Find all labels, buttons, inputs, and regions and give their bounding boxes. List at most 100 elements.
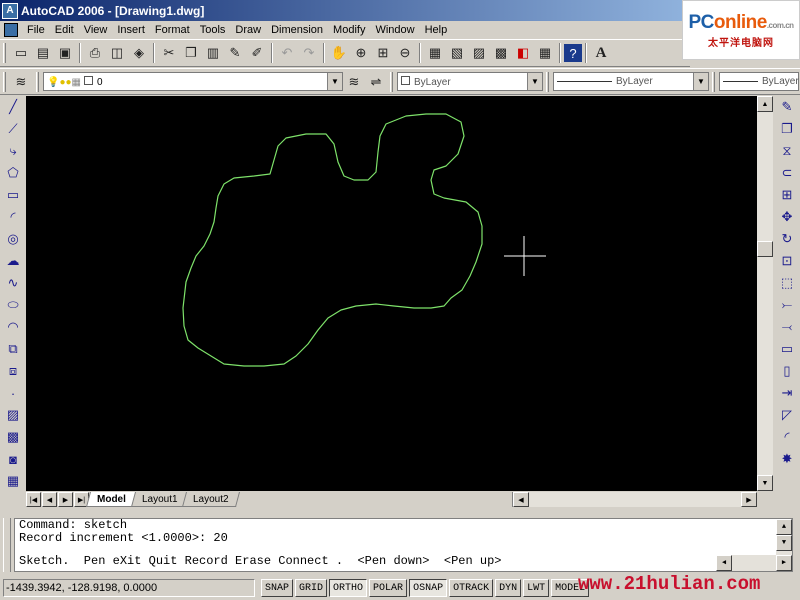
ortho-toggle[interactable]: ORTHO	[329, 579, 368, 597]
make-block-icon[interactable]: ⧈	[2, 360, 24, 382]
mirror-icon[interactable]: ⧖	[776, 140, 798, 162]
otrack-toggle[interactable]: OTRACK	[449, 579, 494, 597]
revision-cloud-icon[interactable]: ☁	[2, 250, 24, 272]
offset-icon[interactable]: ⊂	[776, 162, 798, 184]
menu-tools[interactable]: Tools	[195, 22, 231, 38]
paste-icon[interactable]: ▥	[202, 42, 224, 64]
zoom-previous-icon[interactable]: ⊖	[394, 42, 416, 64]
construction-line-icon[interactable]: ⟋	[2, 118, 24, 140]
tab-model[interactable]: Model	[85, 492, 137, 507]
help-icon[interactable]: ?	[564, 44, 582, 62]
menu-dimension[interactable]: Dimension	[266, 22, 328, 38]
command-vertical-scrollbar[interactable]: ▲ ▼	[776, 519, 792, 555]
cut-icon[interactable]: ✂	[158, 42, 180, 64]
zoom-window-icon[interactable]: ⊞	[372, 42, 394, 64]
rotate-icon[interactable]: ↻	[776, 228, 798, 250]
menu-help[interactable]: Help	[420, 22, 453, 38]
undo-icon[interactable]: ↶	[276, 42, 298, 64]
scroll-up-icon[interactable]: ▲	[757, 96, 773, 112]
copy-object-icon[interactable]: ❐	[776, 118, 798, 140]
chevron-down-icon[interactable]: ▼	[527, 73, 542, 90]
redo-icon[interactable]: ↷	[298, 42, 320, 64]
plot-icon[interactable]: ⎙	[84, 42, 106, 64]
move-icon[interactable]: ✥	[776, 206, 798, 228]
command-window-grip[interactable]	[3, 518, 11, 572]
menu-modify[interactable]: Modify	[328, 22, 370, 38]
scroll-right-icon[interactable]: ▶	[776, 555, 792, 571]
save-icon[interactable]: ▣	[54, 42, 76, 64]
tab-layout2[interactable]: Layout2	[182, 492, 241, 507]
stretch-icon[interactable]: ⬚	[776, 272, 798, 294]
break-icon[interactable]: ▯	[776, 360, 798, 382]
canvas-vertical-scrollbar[interactable]: ▲ ▼	[757, 96, 773, 491]
chevron-down-icon[interactable]: ▼	[327, 73, 342, 90]
fillet-icon[interactable]: ◜	[776, 426, 798, 448]
scroll-left-icon[interactable]: ◀	[716, 555, 732, 571]
sheet-set-icon[interactable]: ▩	[490, 42, 512, 64]
toolbar-grip[interactable]	[546, 71, 549, 92]
insert-block-icon[interactable]: ⧉	[2, 338, 24, 360]
explode-icon[interactable]: ✸	[776, 448, 798, 470]
line-icon[interactable]: ╱	[2, 96, 24, 118]
canvas-horizontal-scrollbar[interactable]: ◀ ▶	[512, 492, 757, 507]
document-icon[interactable]	[4, 23, 18, 37]
scroll-left-icon[interactable]: ◀	[513, 492, 529, 507]
design-center-icon[interactable]: ▧	[446, 42, 468, 64]
region-icon[interactable]: ◙	[2, 448, 24, 470]
scale-icon[interactable]: ⊡	[776, 250, 798, 272]
layer-control-dropdown[interactable]: 💡●●▦ 0 ▼	[43, 72, 343, 91]
calculator-icon[interactable]: ▦	[534, 42, 556, 64]
tool-palettes-icon[interactable]: ▨	[468, 42, 490, 64]
menu-edit[interactable]: Edit	[50, 22, 79, 38]
osnap-toggle[interactable]: OSNAP	[409, 579, 448, 597]
chamfer-icon[interactable]: ◸	[776, 404, 798, 426]
scroll-right-icon[interactable]: ▶	[741, 492, 757, 507]
vertical-scroll-thumb[interactable]	[757, 241, 773, 257]
lwt-toggle[interactable]: LWT	[523, 579, 550, 597]
pan-icon[interactable]: ✋	[328, 42, 350, 64]
first-tab-icon[interactable]: |◀	[26, 492, 41, 507]
polar-toggle[interactable]: POLAR	[369, 579, 408, 597]
copy-icon[interactable]: ❐	[180, 42, 202, 64]
chevron-down-icon[interactable]: ▼	[693, 73, 708, 90]
coordinate-display[interactable]: -1439.3942, -128.9198, 0.0000	[3, 579, 255, 597]
preview-icon[interactable]: ◫	[106, 42, 128, 64]
arc-icon[interactable]: ◜	[2, 206, 24, 228]
command-horizontal-scrollbar[interactable]: ◀ ▶	[716, 555, 792, 571]
linetype-control-dropdown[interactable]: ByLayer ▼	[553, 72, 709, 91]
toolbar-grip[interactable]	[3, 43, 6, 63]
table-icon[interactable]: ▦	[2, 470, 24, 492]
make-object-layer-current-icon[interactable]: ≋	[343, 71, 365, 93]
text-style-icon[interactable]: A	[590, 42, 612, 64]
scroll-down-icon[interactable]: ▼	[776, 535, 792, 551]
open-icon[interactable]: ▤	[32, 42, 54, 64]
next-tab-icon[interactable]: ▶	[58, 492, 73, 507]
scroll-up-icon[interactable]: ▲	[776, 519, 792, 535]
menu-window[interactable]: Window	[370, 22, 419, 38]
layer-previous-icon[interactable]: ⇌	[365, 71, 387, 93]
erase-icon[interactable]: ✎	[776, 96, 798, 118]
array-icon[interactable]: ⊞	[776, 184, 798, 206]
toolbar-grip[interactable]	[3, 71, 6, 92]
match-properties-icon[interactable]: ✎	[224, 42, 246, 64]
previous-tab-icon[interactable]: ◀	[42, 492, 57, 507]
toolbar-grip[interactable]	[390, 71, 393, 92]
grid-toggle[interactable]: GRID	[295, 579, 328, 597]
toolbar-grip[interactable]	[36, 71, 39, 92]
polygon-icon[interactable]: ⬠	[2, 162, 24, 184]
menu-insert[interactable]: Insert	[112, 22, 150, 38]
color-control-dropdown[interactable]: ByLayer ▼	[397, 72, 543, 91]
menu-format[interactable]: Format	[150, 22, 195, 38]
break-at-point-icon[interactable]: ▭	[776, 338, 798, 360]
command-window[interactable]: Command: sketch Record increment <1.0000…	[14, 518, 793, 572]
rectangle-icon[interactable]: ▭	[2, 184, 24, 206]
circle-icon[interactable]: ◎	[2, 228, 24, 250]
scroll-down-icon[interactable]: ▼	[757, 475, 773, 491]
drawing-canvas[interactable]	[26, 96, 757, 491]
toolbar-grip[interactable]	[712, 71, 715, 92]
autocad-app-icon[interactable]: A	[2, 2, 18, 19]
hatch-icon[interactable]: ▨	[2, 404, 24, 426]
block-editor-icon[interactable]: ✐	[246, 42, 268, 64]
point-icon[interactable]: ·	[2, 382, 24, 404]
layer-manager-icon[interactable]: ≋	[10, 71, 32, 93]
